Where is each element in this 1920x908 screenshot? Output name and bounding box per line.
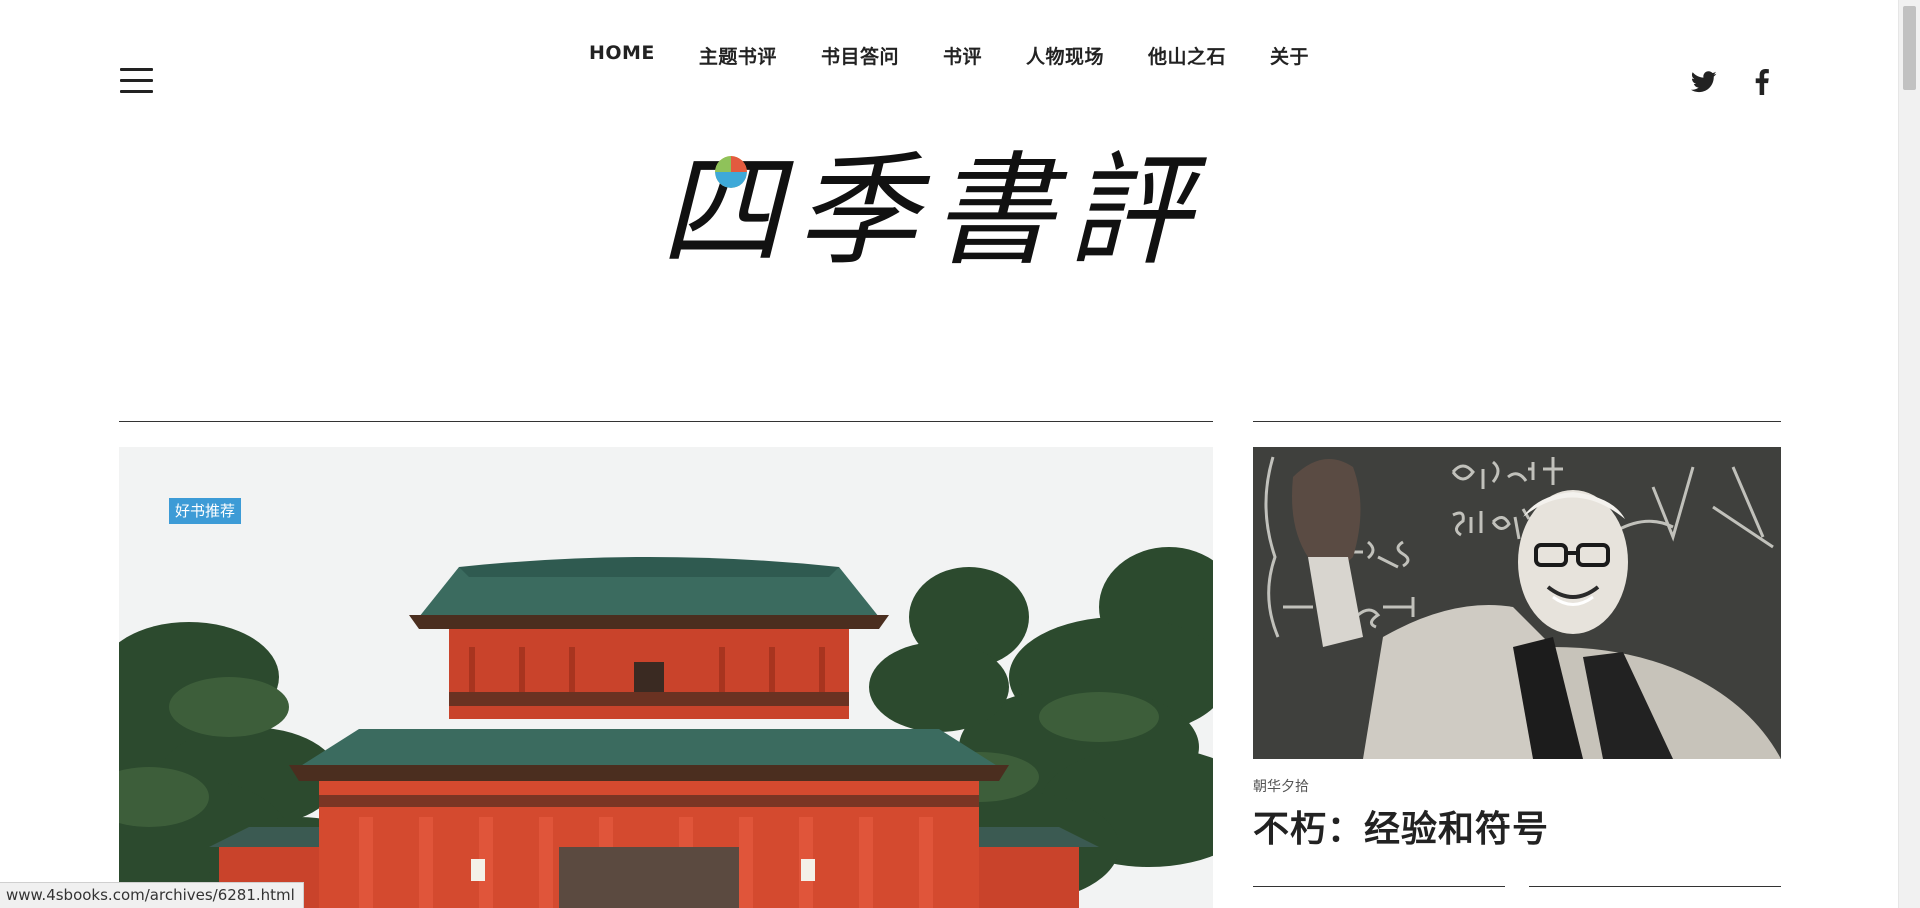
side-post-title[interactable]: 不朽：经验和符号 — [1253, 800, 1549, 852]
status-bar-url: www.4sbooks.com/archives/6281.html — [0, 882, 304, 908]
category-badge[interactable]: 好书推荐 — [169, 498, 242, 524]
vertical-scrollbar[interactable] — [1898, 0, 1920, 908]
temple-gate-illustration — [119, 447, 1213, 908]
scrollbar-thumb[interactable] — [1903, 6, 1916, 90]
twitter-icon[interactable] — [1690, 68, 1718, 96]
menu-toggle-button[interactable] — [120, 68, 153, 94]
hamburger-line — [120, 79, 153, 82]
section-divider — [1253, 421, 1781, 422]
chalkboard-portrait-photo — [1253, 447, 1781, 759]
section-divider — [119, 421, 1213, 422]
site-logo[interactable]: 四季書評 — [650, 140, 1230, 310]
nav-item-other-mountains[interactable]: 他山之石 — [1126, 42, 1248, 69]
logo-badge-icon — [715, 156, 747, 188]
nav-item-topic-reviews[interactable]: 主题书评 — [677, 42, 799, 69]
hamburger-line — [120, 90, 153, 93]
nav-item-bibliography-qa[interactable]: 书目答问 — [799, 42, 921, 69]
side-post-image[interactable] — [1253, 447, 1781, 759]
featured-post-image[interactable]: 好书推荐 — [119, 447, 1213, 908]
facebook-icon[interactable] — [1748, 68, 1776, 96]
post-divider — [1529, 886, 1781, 887]
social-links — [1690, 68, 1776, 96]
nav-item-home[interactable]: HOME — [567, 42, 677, 69]
nav-item-reviews[interactable]: 书评 — [921, 42, 1004, 69]
side-post-category[interactable]: 朝华夕拾 — [1253, 776, 1309, 796]
main-nav: HOME 主题书评 书目答问 书评 人物现场 他山之石 关于 — [0, 42, 1898, 69]
post-divider — [1253, 886, 1505, 887]
nav-item-about[interactable]: 关于 — [1248, 42, 1331, 69]
nav-item-people[interactable]: 人物现场 — [1004, 42, 1126, 69]
